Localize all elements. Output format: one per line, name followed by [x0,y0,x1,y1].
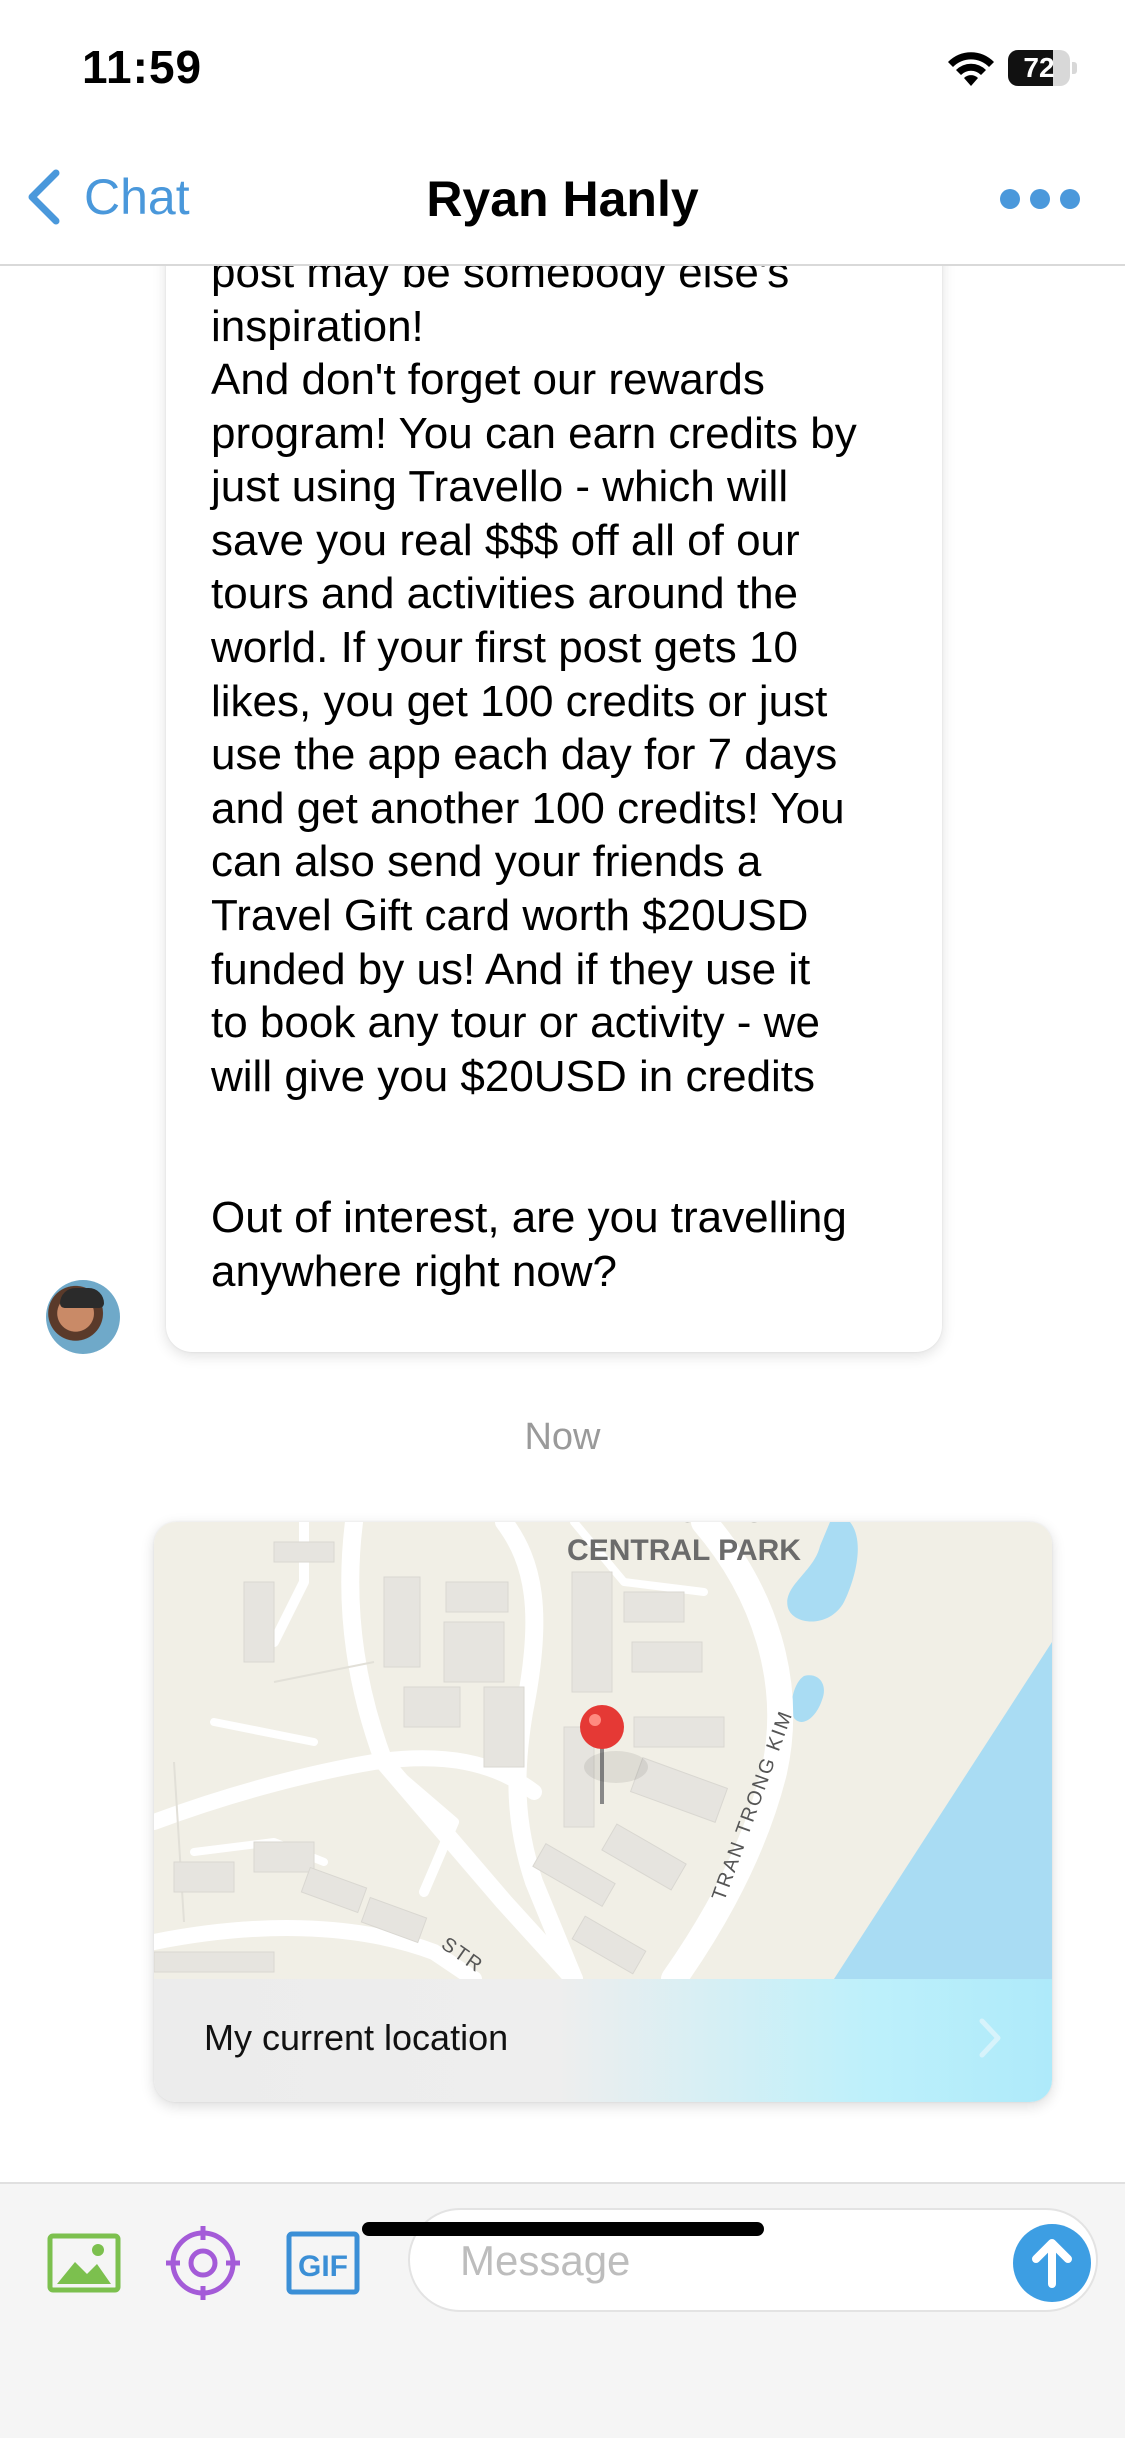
wifi-icon [948,52,994,86]
map-preview: VINHOMES CENTRAL PARK TRAN TRONG KIM STR [154,1522,1052,1979]
message-closing: Out of interest, are you travelling anyw… [211,1193,847,1296]
message-bubble: post may be somebody else's inspiration!… [166,266,942,1352]
chevron-left-icon [28,169,60,225]
status-time: 11:59 [82,41,203,93]
gif-icon[interactable]: GIF [286,2226,360,2300]
battery-level: 72 [1023,52,1055,83]
location-label: My current location [204,2017,509,2058]
gif-label: GIF [298,2250,348,2283]
back-button[interactable]: Chat [22,162,190,232]
send-button[interactable] [1013,2224,1091,2302]
map-label-park: CENTRAL PARK [567,1534,801,1567]
message-text-top: post may be somebody else's inspiration! [211,266,790,351]
location-icon[interactable] [166,2226,240,2300]
location-card[interactable]: VINHOMES CENTRAL PARK TRAN TRONG KIM STR… [154,1522,1052,2102]
composer: GIF [0,2182,1125,2438]
chat-thread[interactable]: post may be somebody else's inspiration!… [0,266,1125,2182]
nav-bar: Chat Ryan Hanly [0,132,1125,266]
chevron-right-icon [979,2018,1001,2058]
status-bar: 11:59 72 [0,0,1125,132]
location-card-footer: My current location [154,1979,1052,2102]
battery-icon: 72 [1008,50,1078,86]
avatar[interactable] [46,1280,120,1354]
ellipsis-icon[interactable] [1000,184,1080,214]
message-input[interactable] [458,2230,982,2292]
home-indicator [362,2222,764,2236]
timestamp: Now [524,1416,601,1458]
photo-icon[interactable] [47,2226,121,2300]
back-label: Chat [84,169,190,225]
message-text: And don't forget our rewards program! Yo… [211,355,857,1101]
arrow-up-icon [1032,2239,1072,2288]
map-label-park-partial: VINHOMES [604,1522,764,1529]
map-pin-icon [580,1705,624,1749]
